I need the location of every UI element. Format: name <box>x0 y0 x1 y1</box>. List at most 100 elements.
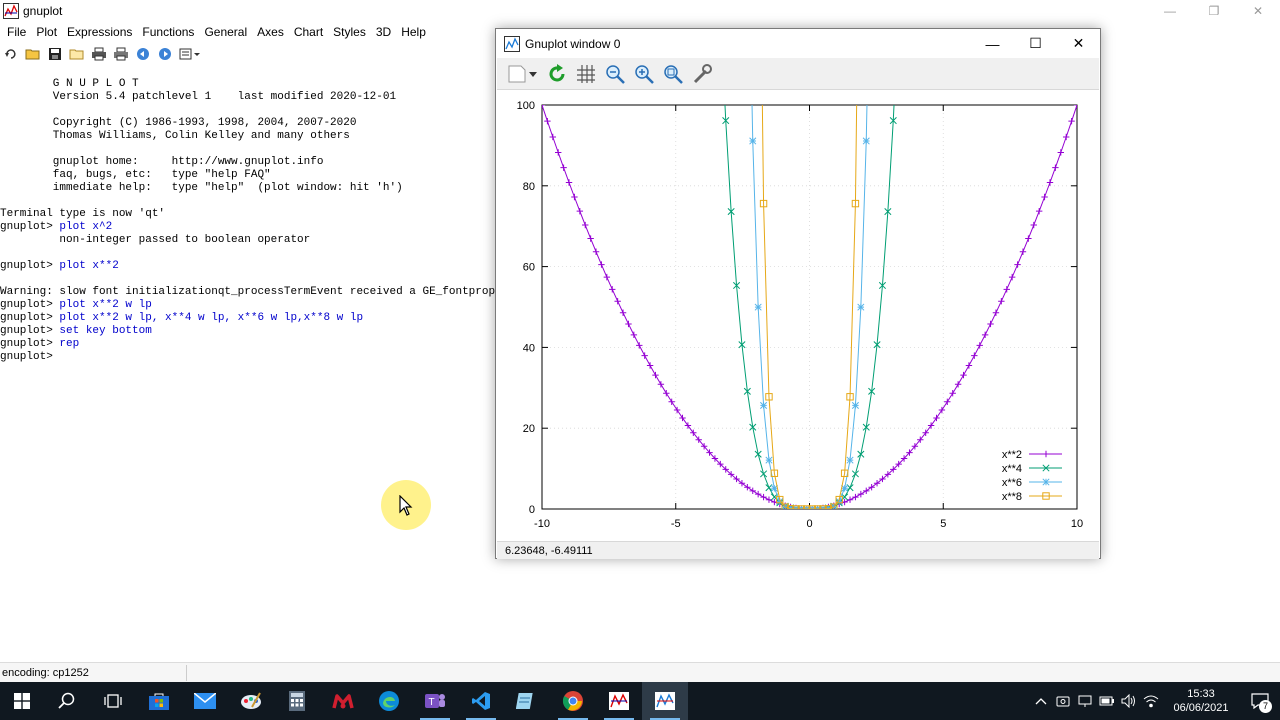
windows-start-icon[interactable] <box>0 682 44 720</box>
change-dir-icon[interactable] <box>68 45 86 63</box>
open-icon[interactable] <box>24 45 42 63</box>
menu-expressions[interactable]: Expressions <box>62 22 137 42</box>
data-point <box>1046 179 1054 186</box>
notification-count: 7 <box>1259 700 1272 713</box>
chrome-icon[interactable] <box>550 682 596 720</box>
store-icon[interactable] <box>136 682 182 720</box>
svg-text:T: T <box>429 697 435 708</box>
plot-canvas[interactable]: -10 -5 0 5 10020406080100x**2x**4x**6x**8 <box>497 91 1099 541</box>
save-icon[interactable] <box>46 45 64 63</box>
console-prompt: gnuplot> <box>0 351 60 363</box>
console-output-line: Warning: slow font initializationqt_proc… <box>0 286 496 298</box>
x-tick-label: -10 <box>534 518 550 530</box>
data-point <box>971 352 978 359</box>
data-point <box>976 342 983 349</box>
edge-icon[interactable] <box>366 682 412 720</box>
data-point <box>565 179 573 186</box>
settings-icon[interactable] <box>691 63 713 85</box>
search-icon[interactable] <box>44 682 90 720</box>
data-point <box>587 235 594 242</box>
gnuplot-console-icon[interactable] <box>596 682 642 720</box>
taskbar: T 15:33 06/06/2021 7 <box>0 682 1280 720</box>
statusbar: encoding: cp1252 <box>0 662 1280 682</box>
console-prompt: gnuplot> <box>0 299 60 311</box>
replot-icon[interactable] <box>546 63 568 85</box>
close-button[interactable]: ✕ <box>1236 0 1280 22</box>
gnuplot-app-icon <box>3 3 19 19</box>
menu-file[interactable]: File <box>2 22 31 42</box>
menu-3d[interactable]: 3D <box>371 22 396 42</box>
chevron-up-icon[interactable] <box>1030 682 1052 720</box>
data-point <box>760 401 768 409</box>
paint-icon[interactable] <box>228 682 274 720</box>
back-icon[interactable] <box>134 45 152 63</box>
print-icon[interactable] <box>90 45 108 63</box>
menu-plot[interactable]: Plot <box>31 22 62 42</box>
console-output-line: G N U P L O T <box>0 78 139 90</box>
volume-icon[interactable] <box>1118 682 1140 720</box>
menu-chart[interactable]: Chart <box>289 22 328 42</box>
mendeley-icon[interactable] <box>320 682 366 720</box>
y-tick-label: 20 <box>523 423 535 435</box>
data-point <box>576 207 584 215</box>
plot-maximize-button[interactable]: ☐ <box>1014 29 1057 58</box>
plot-close-button[interactable]: ✕ <box>1057 29 1100 58</box>
console-command-line: gnuplot> plot x**2 w lp <box>0 299 496 312</box>
vscode-icon[interactable] <box>458 682 504 720</box>
teams-icon[interactable]: T <box>412 682 458 720</box>
replot-icon[interactable] <box>2 45 20 63</box>
battery-icon[interactable] <box>1096 682 1118 720</box>
plot-window-titlebar[interactable]: Gnuplot window 0 — ☐ ✕ <box>496 29 1100 58</box>
print-setup-icon[interactable] <box>112 45 130 63</box>
menu-functions[interactable]: Functions <box>137 22 199 42</box>
zoom-prev-icon[interactable] <box>604 63 626 85</box>
data-point <box>851 401 859 409</box>
unzoom-icon[interactable] <box>662 63 684 85</box>
data-point <box>1041 193 1048 201</box>
console-command: rep <box>59 338 80 350</box>
clock-time: 15:33 <box>1187 688 1215 700</box>
data-point <box>598 261 605 268</box>
calculator-icon[interactable] <box>274 682 320 720</box>
zoom-next-icon[interactable] <box>633 63 655 85</box>
data-point <box>933 414 940 422</box>
notepad-icon[interactable] <box>504 682 550 720</box>
data-point <box>1030 221 1037 229</box>
legend-marker <box>1042 478 1050 486</box>
restore-button[interactable]: ❐ <box>1192 0 1236 22</box>
console-prompt: gnuplot> <box>0 260 60 272</box>
minimize-button[interactable]: — <box>1148 0 1192 22</box>
console-command-line: gnuplot> plot x**2 <box>0 260 496 273</box>
clock[interactable]: 15:33 06/06/2021 <box>1162 687 1240 715</box>
task-view-icon[interactable] <box>90 682 136 720</box>
console-output[interactable]: G N U P L O T Version 5.4 patchlevel 1 l… <box>0 78 496 668</box>
display-icon[interactable] <box>1074 682 1096 720</box>
menu-general[interactable]: General <box>199 22 252 42</box>
plot-minimize-button[interactable]: — <box>971 29 1014 58</box>
grid-icon[interactable] <box>575 63 597 85</box>
menu-help[interactable]: Help <box>396 22 431 42</box>
gnuplot-window-icon[interactable] <box>642 682 688 720</box>
mail-icon[interactable] <box>182 682 228 720</box>
meet-now-icon[interactable] <box>1052 682 1074 720</box>
data-point <box>944 398 951 405</box>
data-point <box>603 273 611 281</box>
data-point <box>630 331 638 339</box>
data-point <box>663 390 670 397</box>
console-output-line: immediate help: type "help" (plot window… <box>0 182 403 194</box>
wifi-icon[interactable] <box>1140 682 1162 720</box>
data-point <box>1057 149 1064 156</box>
menu-styles[interactable]: Styles <box>328 22 371 42</box>
forward-icon[interactable] <box>156 45 174 63</box>
data-point <box>657 381 665 388</box>
console-command-line: gnuplot> rep <box>0 338 496 351</box>
console-output-line: Terminal type is now 'qt' <box>0 208 166 220</box>
data-point <box>636 342 643 349</box>
export-icon[interactable] <box>505 63 539 85</box>
data-point <box>949 390 956 397</box>
console-command-line: gnuplot> plot x^2 <box>0 221 496 234</box>
options-icon[interactable] <box>178 45 202 63</box>
menu-axes[interactable]: Axes <box>252 22 289 42</box>
notification-center-icon[interactable]: 7 <box>1240 682 1280 720</box>
